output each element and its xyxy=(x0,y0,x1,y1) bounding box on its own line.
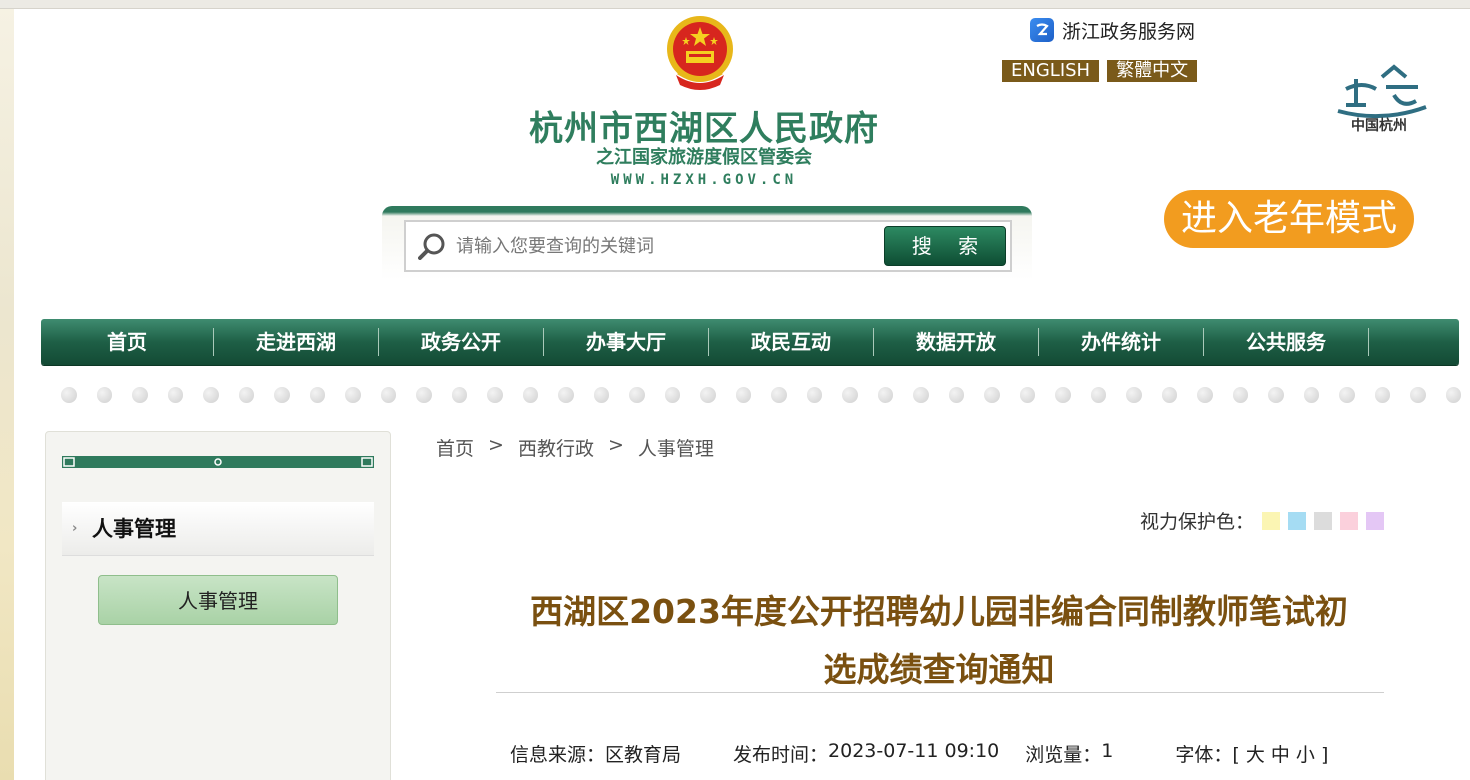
national-emblem-icon xyxy=(667,16,733,90)
eye-care-swatch-yellow[interactable] xyxy=(1262,511,1281,530)
title-divider xyxy=(496,692,1384,693)
browser-top-strip xyxy=(0,0,1470,9)
eye-care-label: 视力保护色： xyxy=(1140,511,1255,533)
eye-care-swatch-blue[interactable] xyxy=(1288,511,1307,530)
search-button[interactable]: 搜 索 xyxy=(884,226,1006,266)
english-button[interactable]: ENGLISH xyxy=(1002,60,1100,82)
date-value: 2023-07-11 09:10 xyxy=(828,740,1000,762)
breadcrumb-education[interactable]: 西教行政 xyxy=(518,434,594,461)
decorative-dot-row xyxy=(61,387,1461,403)
eye-care-swatch-pink[interactable] xyxy=(1340,511,1359,530)
nav-public-services[interactable]: 公共服务 xyxy=(1204,328,1369,356)
zhejiang-service-link[interactable]: 浙江政务服务网 xyxy=(1030,17,1195,43)
sidebar: › 人事管理 人事管理 xyxy=(45,431,391,780)
date-label: 发布时间： xyxy=(733,744,829,766)
source-value: 区教育局 xyxy=(605,744,682,766)
elder-mode-button[interactable]: 进入老年模式 xyxy=(1164,190,1414,248)
nav-home[interactable]: 首页 xyxy=(41,328,214,356)
site-subtitle: 之江国家旅游度假区管委会 xyxy=(596,147,812,168)
page-container: 杭州市西湖区人民政府 之江国家旅游度假区管委会 WWW.HZXH.GOV.CN … xyxy=(14,9,1470,780)
chevron-right-icon: › xyxy=(72,521,78,536)
sidebar-ornament-icon xyxy=(62,456,374,468)
zhejiang-service-icon xyxy=(1030,18,1054,42)
nav-open-data[interactable]: 数据开放 xyxy=(874,328,1039,356)
main-navigation: 首页 走进西湖 政务公开 办事大厅 政民互动 数据开放 办件统计 公共服务 xyxy=(41,319,1459,365)
eye-care-color-picker: 视力保护色： xyxy=(1140,507,1385,534)
article-title-line2: 选成绩查询通知 xyxy=(823,650,1055,689)
nav-about-xihu[interactable]: 走进西湖 xyxy=(214,328,379,356)
views-value: 1 xyxy=(1101,740,1114,762)
font-size-label: 字体： xyxy=(1175,744,1233,766)
site-url: WWW.HZXH.GOV.CN xyxy=(610,172,798,188)
breadcrumb-separator: > xyxy=(607,434,624,456)
hangzhou-logo-text: 中国杭州 xyxy=(1351,118,1407,134)
traditional-chinese-button[interactable]: 繁體中文 xyxy=(1107,60,1198,82)
source-label: 信息来源： xyxy=(510,744,606,766)
nav-government-affairs[interactable]: 政务公开 xyxy=(379,328,544,356)
zhejiang-service-label: 浙江政务服务网 xyxy=(1062,20,1196,43)
sidebar-header-label: 人事管理 xyxy=(92,517,176,541)
article-meta: 信息来源： 区教育局 发布时间： 2023-07-11 09:10 浏览量： 1… xyxy=(510,740,1328,767)
article-title: 西湖区2023年度公开招聘幼儿园非编合同制教师笔试初 选成绩查询通知 xyxy=(484,583,1394,699)
views-label: 浏览量： xyxy=(1025,744,1102,766)
breadcrumb-separator: > xyxy=(488,434,504,456)
breadcrumb: 首页 > 西教行政 > 人事管理 xyxy=(436,434,714,461)
breadcrumb-home[interactable]: 首页 xyxy=(436,434,474,461)
eye-care-swatch-purple[interactable] xyxy=(1366,511,1385,530)
search-bar: 搜 索 xyxy=(404,220,1012,272)
article-title-line1: 西湖区2023年度公开招聘幼儿园非编合同制教师笔试初 xyxy=(530,592,1348,631)
font-size-options[interactable]: [ 大 中 小 ] xyxy=(1232,740,1328,767)
eye-care-swatch-gray[interactable] xyxy=(1314,511,1333,530)
sidebar-header: › 人事管理 xyxy=(62,502,374,556)
nav-service-hall[interactable]: 办事大厅 xyxy=(544,328,709,356)
search-icon xyxy=(418,233,445,260)
sidebar-item-personnel[interactable]: 人事管理 xyxy=(98,575,338,625)
search-input[interactable] xyxy=(456,228,876,264)
breadcrumb-personnel[interactable]: 人事管理 xyxy=(638,434,714,461)
page-background-decoration xyxy=(0,0,14,780)
language-switcher: ENGLISH 繁體中文 xyxy=(1002,60,1198,82)
nav-statistics[interactable]: 办件统计 xyxy=(1039,328,1204,356)
nav-interaction[interactable]: 政民互动 xyxy=(709,328,874,356)
